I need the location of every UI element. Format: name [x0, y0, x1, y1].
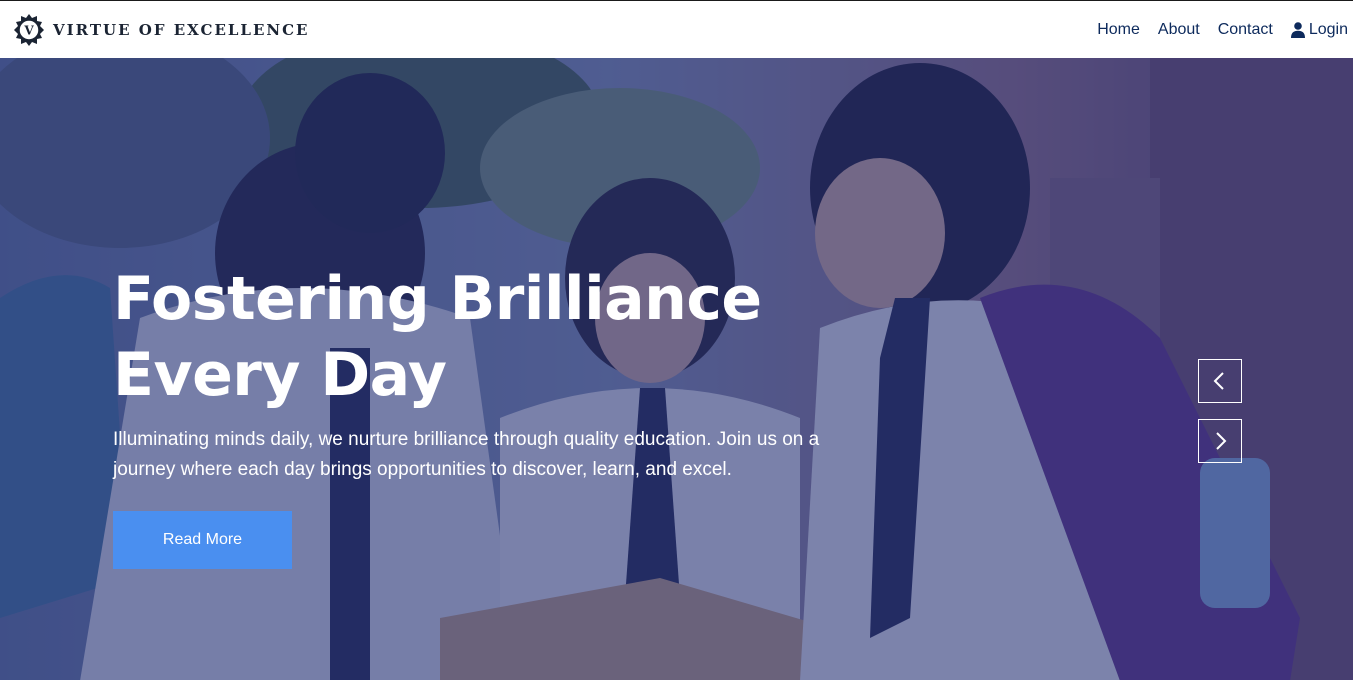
hero-subtitle: Illuminating minds daily, we nurture bri…: [113, 429, 820, 480]
emblem-letter: V: [23, 23, 34, 37]
hero-carousel: Fostering Brilliance Every Day Illuminat…: [0, 58, 1353, 680]
page: V VIRTUE OF EXCELLENCE Home About Contac…: [0, 0, 1353, 680]
hero-title-line2: Every Day: [113, 340, 447, 410]
main-nav: Home About Contact Login: [1097, 21, 1348, 39]
user-icon: [1290, 21, 1305, 38]
navbar: V VIRTUE OF EXCELLENCE Home About Contac…: [0, 1, 1353, 58]
crest-logo-icon: V: [14, 13, 44, 46]
brand-name: VIRTUE OF EXCELLENCE: [53, 20, 310, 39]
carousel-next-button[interactable]: [1198, 419, 1242, 463]
nav-contact-link[interactable]: Contact: [1218, 21, 1273, 39]
nav-about-link[interactable]: About: [1158, 21, 1200, 39]
hero-title: Fostering Brilliance Every Day: [113, 261, 873, 413]
nav-login-label: Login: [1308, 20, 1348, 38]
nav-login-link[interactable]: Login: [1290, 20, 1348, 39]
hero-title-line1: Fostering Brilliance: [113, 264, 762, 334]
chevron-left-icon: [1213, 372, 1224, 390]
read-more-button[interactable]: Read More: [113, 511, 292, 569]
nav-home-link[interactable]: Home: [1097, 21, 1140, 39]
brand-logo-link[interactable]: V VIRTUE OF EXCELLENCE: [11, 12, 309, 48]
hero-content: Fostering Brilliance Every Day Illuminat…: [113, 261, 873, 569]
chevron-right-icon: [1216, 432, 1227, 450]
carousel-prev-button[interactable]: [1198, 359, 1242, 403]
